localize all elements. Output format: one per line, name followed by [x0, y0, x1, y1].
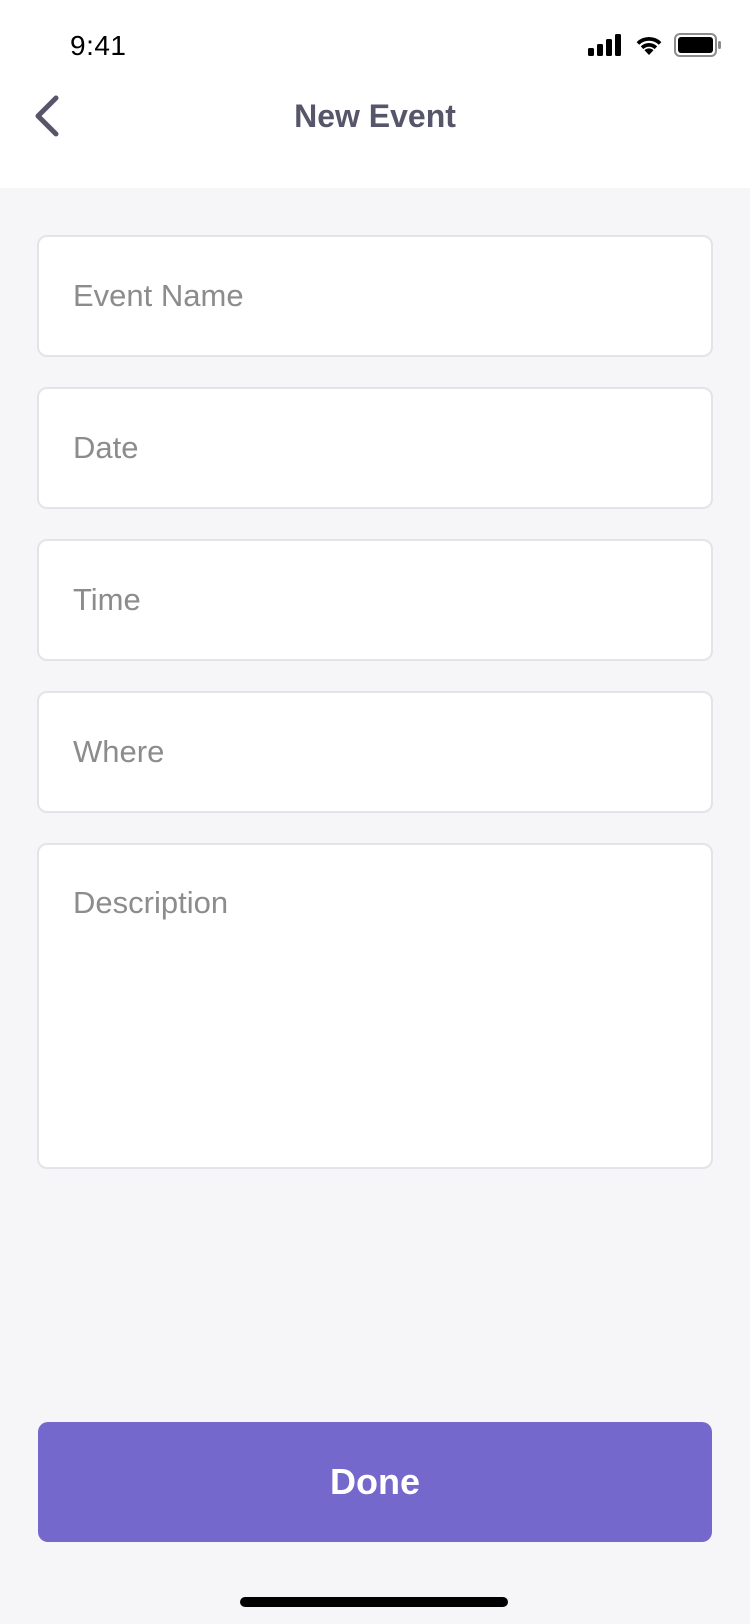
event-name-input[interactable]: [37, 235, 713, 357]
date-input[interactable]: [37, 387, 713, 509]
page-title: New Event: [294, 98, 456, 134]
cellular-signal-icon: [588, 34, 624, 56]
status-time: 9:41: [70, 30, 127, 61]
wifi-icon: [634, 34, 664, 56]
battery-icon: [674, 33, 722, 57]
header: 9:41 New Event: [0, 0, 750, 188]
done-button[interactable]: Done: [38, 1422, 712, 1542]
where-input[interactable]: [37, 691, 713, 813]
new-event-screen: 9:41 New Event Event Name Date Time Wher…: [0, 0, 750, 1624]
description-input[interactable]: [37, 843, 713, 1169]
time-input[interactable]: [37, 539, 713, 661]
home-indicator: [240, 1597, 508, 1607]
status-icons: [588, 32, 722, 58]
